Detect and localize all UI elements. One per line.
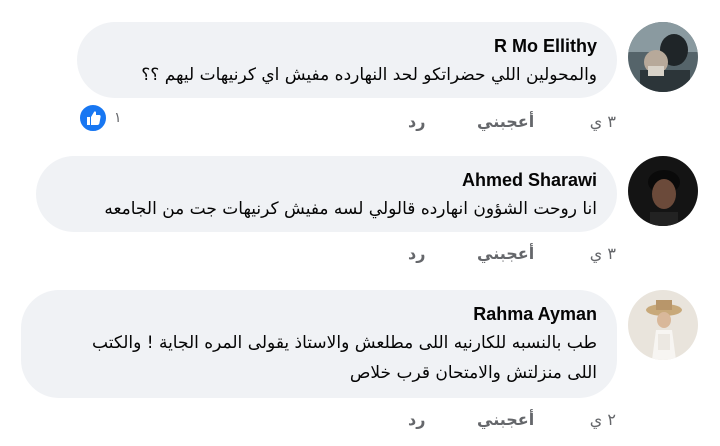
comment-text-line: طب بالنسبه للكارنيه اللى مطلعش والاستاذ … — [92, 333, 597, 353]
comment-bubble: Rahma Ayman طب بالنسبه للكارنيه اللى مطل… — [21, 290, 617, 398]
profile-photo — [628, 156, 698, 226]
comment-actions: ٢ ي أعجبني رد — [362, 408, 616, 432]
profile-photo — [628, 22, 698, 92]
like-button[interactable]: أعجبني — [477, 110, 534, 134]
reaction-count: ١ — [114, 110, 122, 126]
comment-bubble: R Mo Ellithy والمحولين اللي حضراتكو لحد … — [77, 22, 617, 98]
comment-author[interactable]: Rahma Ayman — [41, 302, 597, 326]
reply-button[interactable]: رد — [408, 408, 425, 432]
like-button[interactable]: أعجبني — [477, 242, 534, 266]
reaction-summary[interactable]: ١ — [78, 103, 122, 133]
comment-item: R Mo Ellithy والمحولين اللي حضراتكو لحد … — [0, 0, 720, 146]
avatar[interactable] — [628, 22, 698, 92]
comment-timestamp[interactable]: ٣ ي — [590, 242, 616, 266]
comment-text: والمحولين اللي حضراتكو لحد النهارده مفيش… — [141, 65, 597, 85]
avatar[interactable] — [628, 156, 698, 226]
avatar[interactable] — [628, 290, 698, 360]
comment-actions: ٣ ي أعجبني رد — [362, 242, 616, 266]
comment-text-line: اللى منزلتش والامتحان قرب خلاص — [349, 363, 597, 383]
comment-item: Rahma Ayman طب بالنسبه للكارنيه اللى مطل… — [0, 276, 720, 446]
comment-timestamp[interactable]: ٣ ي — [590, 110, 616, 134]
comment-author[interactable]: Ahmed Sharawi — [56, 168, 597, 192]
comment-text: انا روحت الشؤون انهارده قالولي لسه مفيش … — [104, 199, 597, 219]
like-button[interactable]: أعجبني — [477, 408, 534, 432]
reply-button[interactable]: رد — [408, 110, 425, 134]
comment-item: Ahmed Sharawi انا روحت الشؤون انهارده قا… — [0, 146, 720, 276]
comment-actions: ٣ ي أعجبني رد — [362, 110, 616, 134]
like-icon — [78, 103, 108, 133]
comment-bubble: Ahmed Sharawi انا روحت الشؤون انهارده قا… — [36, 156, 617, 232]
comment-timestamp[interactable]: ٢ ي — [590, 408, 616, 432]
reply-button[interactable]: رد — [408, 242, 425, 266]
comment-author[interactable]: R Mo Ellithy — [97, 34, 597, 58]
profile-photo — [628, 290, 698, 360]
